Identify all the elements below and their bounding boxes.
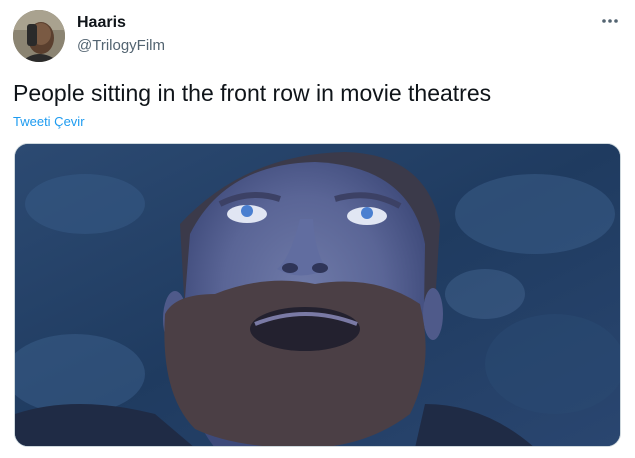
more-horizontal-icon — [602, 19, 618, 23]
translate-tweet-link[interactable]: Tweeti Çevir — [13, 114, 85, 129]
tweet-header: Haaris @TrilogyFilm — [77, 13, 165, 56]
avatar[interactable] — [13, 10, 65, 62]
more-options-button[interactable] — [599, 10, 621, 32]
user-handle[interactable]: @TrilogyFilm — [77, 36, 165, 56]
display-name[interactable]: Haaris — [77, 13, 165, 33]
tweet-media-image[interactable] — [14, 143, 621, 447]
media-photo — [15, 144, 620, 446]
tweet-card: Haaris @TrilogyFilm People sitting in th… — [0, 0, 635, 458]
tweet-text: People sitting in the front row in movie… — [13, 80, 492, 106]
avatar-image — [13, 10, 65, 62]
